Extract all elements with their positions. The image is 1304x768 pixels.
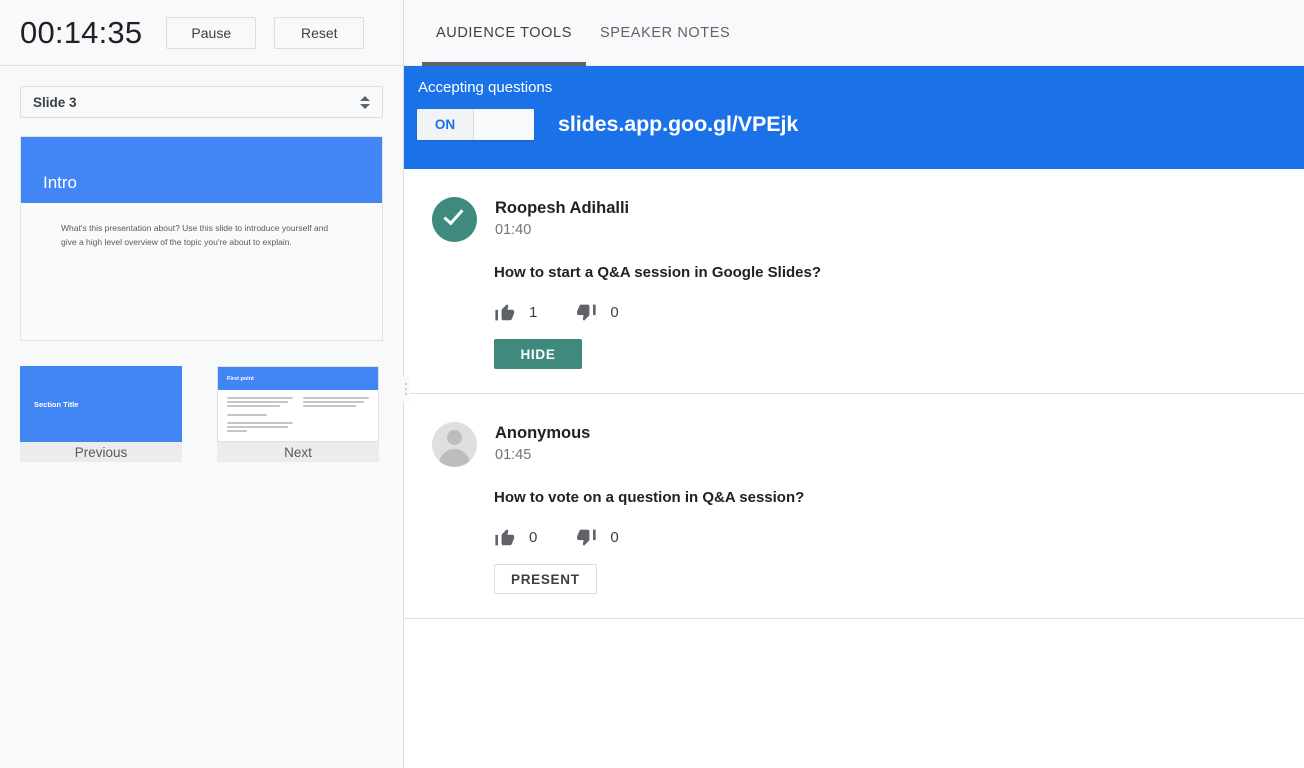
next-button[interactable]: Next — [217, 442, 379, 462]
thumbs-up-count: 0 — [529, 529, 537, 546]
anonymous-person-avatar-icon — [432, 422, 477, 467]
current-slide-title: Intro — [43, 173, 77, 193]
next-slide-image-header: First point — [218, 367, 378, 390]
present-button[interactable]: PRESENT — [494, 564, 597, 594]
qa-banner: Accepting questions ON slides.app.goo.gl… — [404, 66, 1304, 169]
current-slide-body-text: What's this presentation about? Use this… — [61, 221, 346, 249]
next-slide-column-left — [227, 397, 293, 434]
tab-audience-tools[interactable]: AUDIENCE TOOLS — [422, 0, 586, 66]
reset-button[interactable]: Reset — [274, 17, 364, 49]
hide-button[interactable]: HIDE — [494, 339, 582, 369]
question-time: 01:45 — [495, 447, 590, 463]
panel-resize-handle[interactable] — [402, 376, 410, 402]
tab-bar: AUDIENCE TOOLS SPEAKER NOTES — [404, 0, 1304, 66]
thumbs-down-vote[interactable]: 0 — [575, 302, 618, 323]
question-card: Roopesh Adihalli 01:40 How to start a Q&… — [404, 169, 1304, 394]
question-author: Roopesh Adihalli — [495, 198, 629, 219]
previous-slide-image: Section Title — [20, 366, 182, 442]
timer-display: 00:14:35 — [20, 15, 142, 51]
audience-tools-panel: AUDIENCE TOOLS SPEAKER NOTES Accepting q… — [404, 0, 1304, 768]
question-action-row: HIDE — [404, 323, 1304, 369]
question-time: 01:40 — [495, 222, 629, 238]
slide-selector[interactable]: Slide 3 — [20, 86, 383, 118]
previous-slide-thumbnail[interactable]: Section Title Previous — [20, 366, 182, 462]
question-header: Anonymous 01:45 — [404, 422, 1304, 467]
thumbs-down-count: 0 — [610, 529, 618, 546]
accepting-questions-label: Accepting questions — [417, 79, 1304, 96]
presenter-left-panel: 00:14:35 Pause Reset Slide 3 Intro What'… — [0, 0, 404, 768]
question-author-block: Roopesh Adihalli 01:40 — [477, 197, 629, 238]
qa-short-url[interactable]: slides.app.goo.gl/VPEjk — [558, 112, 798, 137]
tab-speaker-notes[interactable]: SPEAKER NOTES — [586, 0, 744, 66]
current-slide-header: Intro — [21, 137, 382, 203]
thumbs-up-vote[interactable]: 0 — [494, 527, 537, 548]
presenter-view-window: 00:14:35 Pause Reset Slide 3 Intro What'… — [0, 0, 1304, 768]
question-header: Roopesh Adihalli 01:40 — [404, 197, 1304, 242]
thumbs-down-vote[interactable]: 0 — [575, 527, 618, 548]
thumbs-up-vote[interactable]: 1 — [494, 302, 537, 323]
question-card: Anonymous 01:45 How to vote on a questio… — [404, 394, 1304, 619]
thumbs-down-icon[interactable] — [575, 527, 597, 548]
toggle-off-track[interactable] — [474, 109, 534, 140]
question-author: Anonymous — [495, 423, 590, 444]
timer-toolbar: 00:14:35 Pause Reset — [0, 0, 403, 66]
qa-banner-row: ON slides.app.goo.gl/VPEjk — [417, 109, 1304, 140]
thumbs-up-icon[interactable] — [494, 527, 516, 548]
question-text: How to start a Q&A session in Google Sli… — [404, 242, 1304, 281]
question-votes: 0 0 — [404, 506, 1304, 548]
question-text: How to vote on a question in Q&A session… — [404, 467, 1304, 506]
current-slide-body: What's this presentation about? Use this… — [21, 203, 382, 249]
slide-selector-value: Slide 3 — [33, 95, 360, 110]
previous-slide-title: Section Title — [34, 400, 78, 409]
question-votes: 1 0 — [404, 281, 1304, 323]
next-slide-thumbnail[interactable]: First point — [217, 366, 379, 462]
thumbs-down-count: 0 — [610, 304, 618, 321]
next-slide-image-columns — [218, 390, 378, 434]
thumbs-up-icon[interactable] — [494, 302, 516, 323]
question-list: Roopesh Adihalli 01:40 How to start a Q&… — [404, 169, 1304, 619]
previous-button[interactable]: Previous — [20, 442, 182, 462]
pause-button[interactable]: Pause — [166, 17, 256, 49]
slide-thumbnail-strip: Section Title Previous First point — [20, 366, 383, 462]
slide-selector-container: Slide 3 — [0, 66, 403, 118]
current-slide-preview[interactable]: Intro What's this presentation about? Us… — [20, 136, 383, 341]
next-slide-column-right — [303, 397, 369, 434]
thumbs-up-count: 1 — [529, 304, 537, 321]
check-circle-avatar-icon — [432, 197, 477, 242]
next-slide-title: First point — [227, 376, 254, 382]
spinner-updown-icon[interactable] — [360, 96, 370, 109]
next-slide-image: First point — [217, 366, 379, 442]
question-author-block: Anonymous 01:45 — [477, 422, 590, 463]
accepting-questions-toggle[interactable]: ON — [417, 109, 534, 140]
thumbs-down-icon[interactable] — [575, 302, 597, 323]
question-action-row: PRESENT — [404, 548, 1304, 594]
toggle-on-label[interactable]: ON — [417, 109, 474, 140]
